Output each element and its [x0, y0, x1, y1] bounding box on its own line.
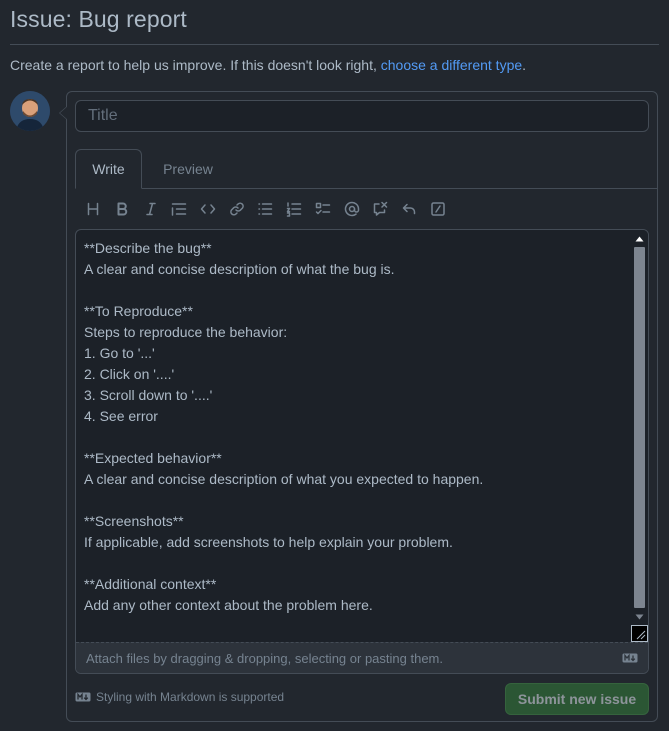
scroll-up-arrow-icon[interactable] [631, 230, 648, 247]
slash-command-icon[interactable] [423, 196, 452, 222]
quote-icon[interactable] [165, 196, 194, 222]
attach-files-bar[interactable]: Attach files by dragging & dropping, sel… [76, 642, 648, 673]
link-icon[interactable] [222, 196, 251, 222]
tab-preview[interactable]: Preview [151, 149, 225, 189]
task-list-icon[interactable] [309, 196, 338, 222]
intro-text: Create a report to help us improve. If t… [10, 57, 526, 73]
scroll-down-arrow-icon[interactable] [631, 608, 648, 625]
page-title: Issue: Bug report [10, 6, 187, 32]
markdown-support-note[interactable]: Styling with Markdown is supported [75, 690, 284, 704]
numbered-list-icon[interactable] [280, 196, 309, 222]
issue-body-editor: **Describe the bug** A clear and concise… [75, 229, 649, 674]
cross-reference-icon[interactable] [366, 196, 395, 222]
attach-files-text: Attach files by dragging & dropping, sel… [86, 650, 443, 666]
markdown-icon [622, 653, 638, 663]
scrollbar-thumb[interactable] [634, 247, 645, 608]
saved-reply-icon[interactable] [395, 196, 424, 222]
intro-text-main: Create a report to help us improve. If t… [10, 57, 381, 73]
bold-icon[interactable] [108, 196, 137, 222]
issue-body-textarea[interactable]: **Describe the bug** A clear and concise… [76, 230, 632, 643]
resize-handle-icon[interactable] [631, 625, 648, 642]
intro-text-suffix: . [522, 57, 527, 73]
tab-write[interactable]: Write [75, 149, 142, 189]
mention-icon[interactable] [337, 196, 366, 222]
title-divider [10, 44, 659, 45]
avatar-image [10, 91, 50, 131]
heading-icon[interactable] [79, 196, 108, 222]
issue-form: Write Preview **Describe the bug** A cle… [59, 91, 658, 722]
markdown-support-text: Styling with Markdown is supported [96, 690, 285, 704]
italic-icon[interactable] [136, 196, 165, 222]
editor-scrollbar[interactable] [631, 230, 648, 641]
markdown-toolbar [79, 196, 452, 222]
code-icon[interactable] [194, 196, 223, 222]
avatar[interactable] [10, 91, 50, 131]
title-input[interactable] [75, 100, 649, 132]
markdown-icon [75, 692, 91, 702]
submit-new-issue-button[interactable]: Submit new issue [505, 683, 649, 715]
choose-different-type-link[interactable]: choose a different type [381, 57, 522, 73]
bulleted-list-icon[interactable] [251, 196, 280, 222]
